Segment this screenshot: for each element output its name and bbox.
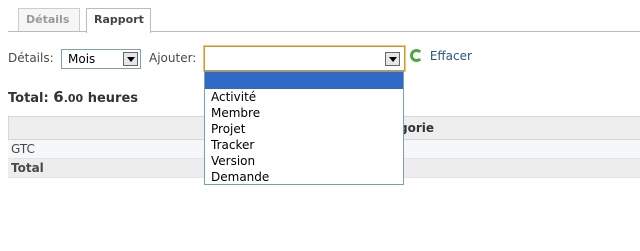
period-select[interactable]: Mois xyxy=(61,49,141,69)
dropdown-option-demande[interactable]: Demande xyxy=(205,169,403,185)
dropdown-option-activite[interactable]: Activité xyxy=(205,89,403,105)
add-criteria-dropdown-list[interactable]: Activité Membre Projet Tracker Version D… xyxy=(204,71,404,185)
dropdown-option-membre[interactable]: Membre xyxy=(205,105,403,121)
chevron-down-icon[interactable] xyxy=(385,52,400,66)
tab-bar: Détails Rapport xyxy=(0,0,640,33)
dropdown-option-empty[interactable] xyxy=(205,72,403,89)
dropdown-option-version[interactable]: Version xyxy=(205,153,403,169)
clear-link-label: Effacer xyxy=(429,49,472,63)
total-value-dec: .00 xyxy=(63,92,84,105)
details-label: Détails: xyxy=(8,51,54,65)
period-select-value: Mois xyxy=(68,52,96,66)
reload-icon xyxy=(410,49,423,62)
row-label: Total xyxy=(11,161,44,175)
total-value-int: 6 xyxy=(53,88,64,106)
total-summary: Total: 6.00 heures xyxy=(8,88,138,106)
clear-link[interactable]: Effacer xyxy=(410,49,472,67)
column-header: gorie xyxy=(399,121,435,135)
total-unit: heures xyxy=(87,91,139,106)
total-label: Total: xyxy=(8,91,49,106)
add-criteria-select[interactable] xyxy=(203,45,406,72)
ajouter-label: Ajouter: xyxy=(149,51,197,65)
tab-details[interactable]: Détails xyxy=(18,8,80,32)
dropdown-option-tracker[interactable]: Tracker xyxy=(205,137,403,153)
chevron-down-icon[interactable] xyxy=(123,52,138,66)
dropdown-option-projet[interactable]: Projet xyxy=(205,121,403,137)
tab-rapport[interactable]: Rapport xyxy=(86,8,151,33)
row-label: GTC xyxy=(11,142,35,156)
